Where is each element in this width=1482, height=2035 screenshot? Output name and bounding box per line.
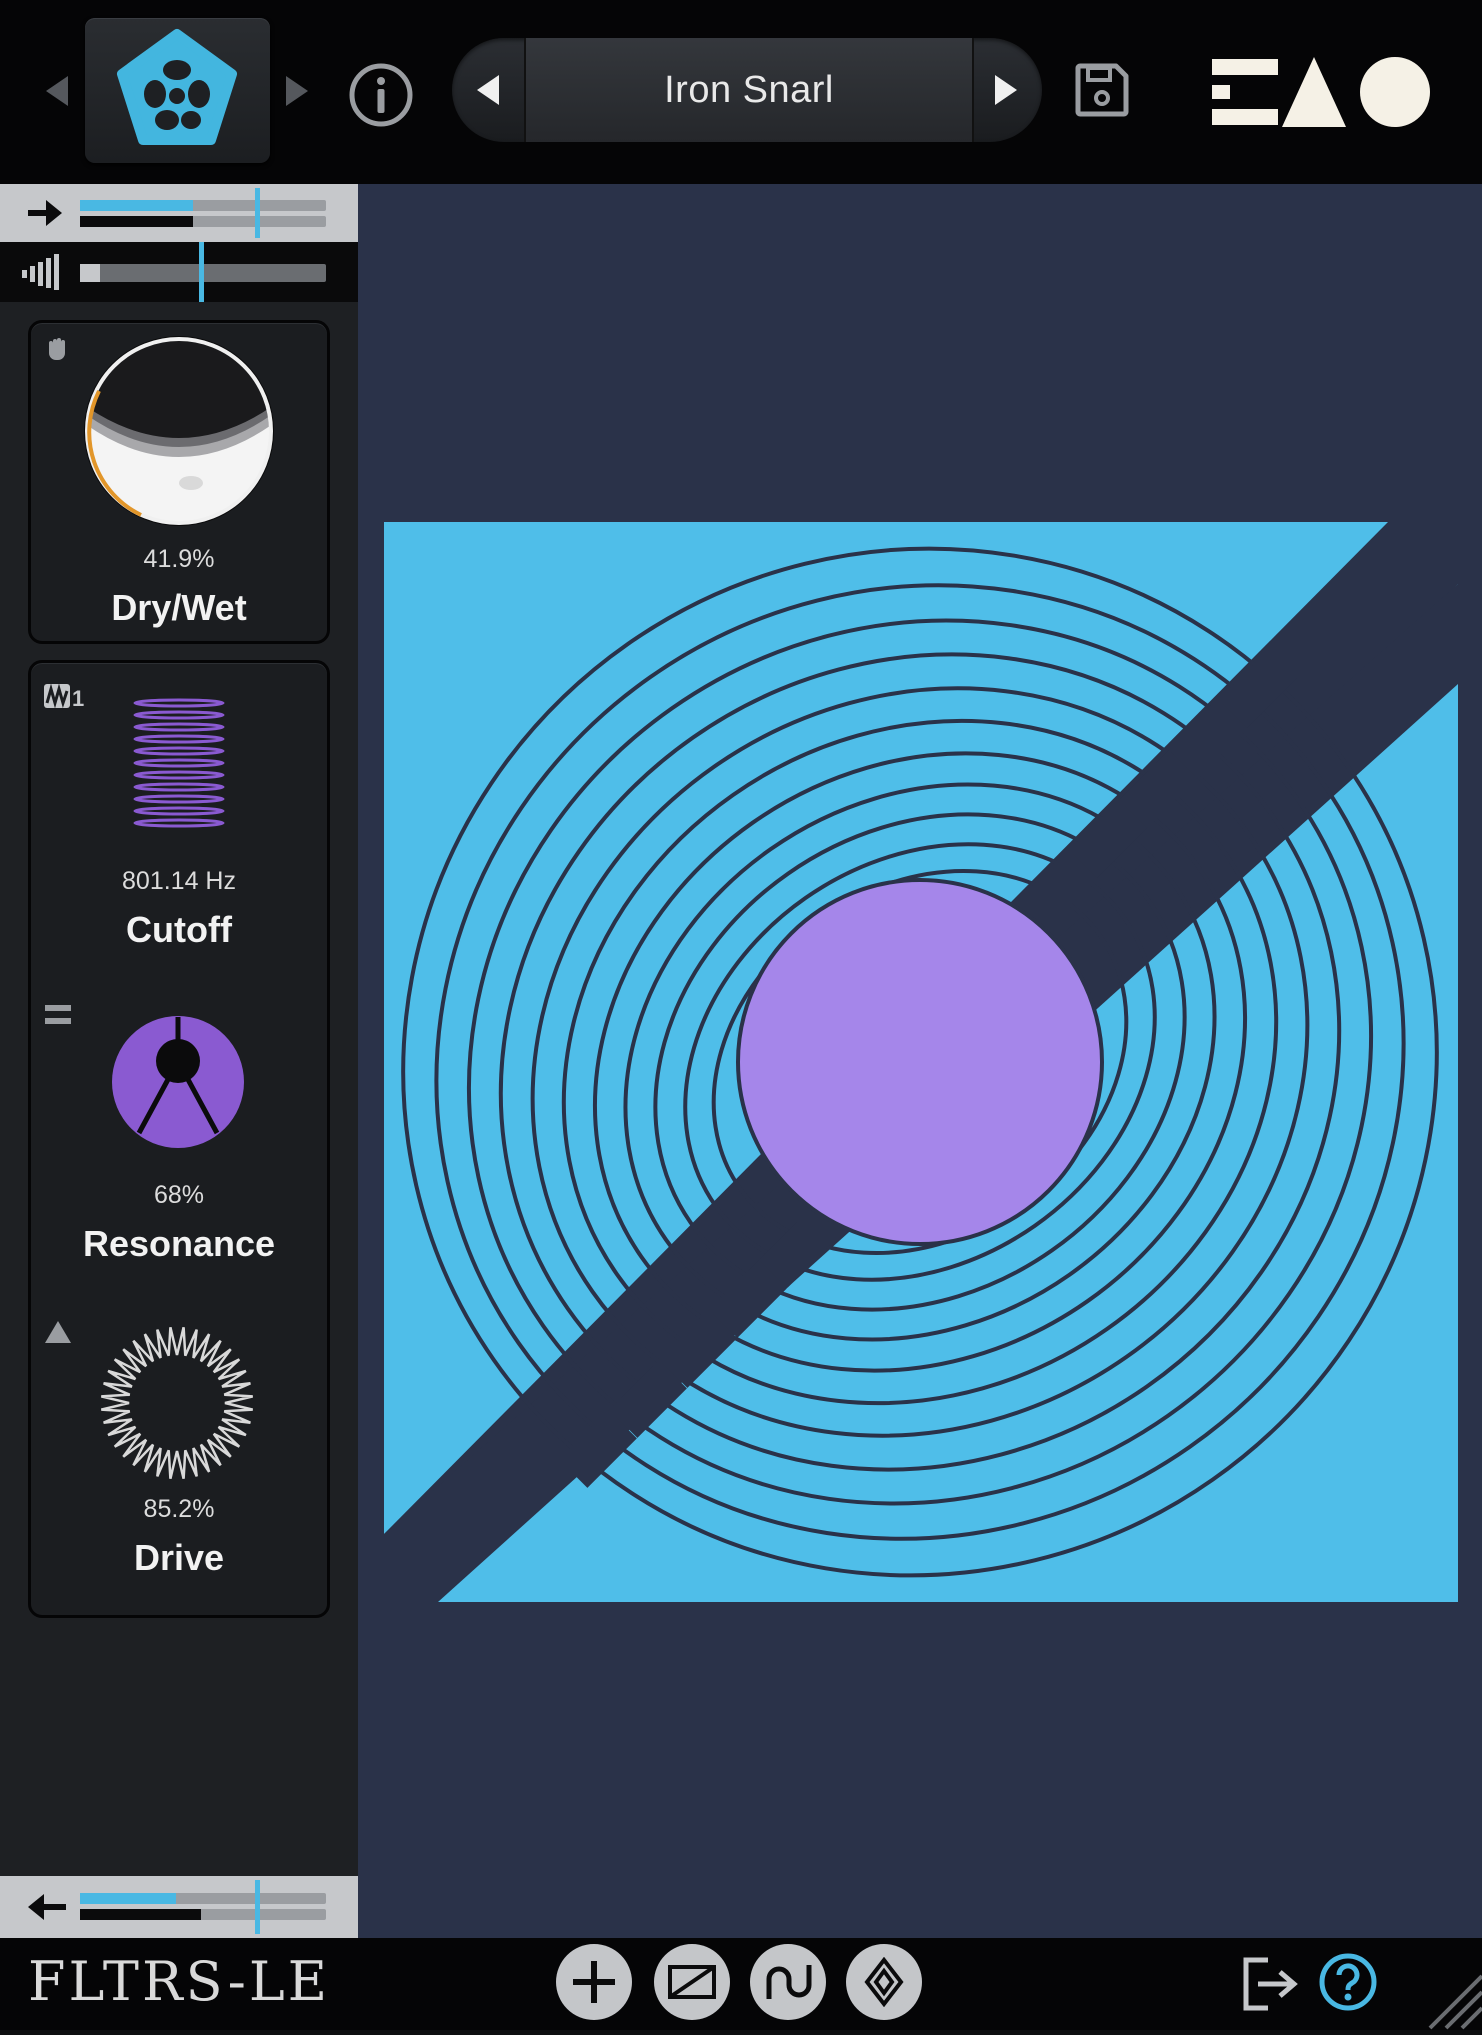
- triangle-icon: [45, 1321, 71, 1343]
- preset-prev-button[interactable]: [452, 38, 524, 142]
- drive-spike-ring: [101, 1327, 253, 1479]
- resonance-value: 68%: [153, 1181, 205, 1209]
- input-arrow-icon: [28, 200, 62, 226]
- brand-mark-icon: [1212, 57, 1430, 127]
- drive-knob[interactable]: [97, 1323, 257, 1483]
- resize-grip[interactable]: [1420, 1966, 1482, 2030]
- volume-meter: [0, 242, 358, 302]
- logo-tile[interactable]: [85, 18, 270, 163]
- logo-star-icon: [117, 29, 237, 145]
- exit-icon: [1243, 1957, 1298, 2011]
- output-meter-track-bottom: [80, 1909, 326, 1920]
- visualizer-canvas: [358, 184, 1482, 1938]
- diamonds-button[interactable]: [846, 1944, 922, 2020]
- preset-next-button[interactable]: [970, 38, 1042, 142]
- input-meter-fill-bottom: [80, 216, 194, 227]
- volume-fill: [80, 264, 100, 282]
- resonance-label: Resonance: [82, 1223, 276, 1264]
- preset-prev-icon: [477, 75, 499, 105]
- input-meter-track-bottom: [80, 216, 326, 227]
- wave-button[interactable]: [750, 1944, 826, 2020]
- input-gain-handle[interactable]: [255, 188, 260, 238]
- dry-wet-knob[interactable]: [81, 333, 277, 529]
- preset-name: Iron Snarl: [664, 68, 834, 111]
- resonance-knob[interactable]: [111, 1015, 245, 1149]
- diamonds-icon: [864, 1957, 904, 2007]
- dry-wet-value: 41.9%: [143, 545, 215, 573]
- output-meter: [0, 1876, 358, 1938]
- input-meter: [0, 184, 358, 242]
- output-meter-fill-bottom: [80, 1909, 201, 1920]
- resize-grip-icon: [1428, 1974, 1482, 2030]
- help-button[interactable]: [1318, 1952, 1378, 2012]
- equals-icon: [45, 1005, 71, 1024]
- filter-card: 1 801.14 Hz Cutoff 68% Resonance 85.2% D…: [28, 660, 330, 1618]
- drive-label: Drive: [133, 1537, 225, 1578]
- cutoff-label: Cutoff: [126, 909, 232, 950]
- output-arrow-icon: [28, 1894, 66, 1920]
- drive-value: 85.2%: [143, 1495, 215, 1523]
- dry-wet-label: Dry/Wet: [111, 587, 247, 628]
- input-meter-track-top: [80, 200, 326, 211]
- help-icon: [1319, 1953, 1377, 2011]
- brand-mark: [1210, 55, 1432, 129]
- exit-button[interactable]: [1240, 1956, 1300, 2012]
- preset-name-box[interactable]: Iron Snarl: [524, 38, 974, 142]
- product-name: FLTRS-LE: [28, 1950, 331, 2013]
- volume-icon: [22, 254, 59, 290]
- volume-handle[interactable]: [199, 242, 204, 302]
- wave-icon: [766, 1965, 812, 1999]
- waveform-mod-icon: 1: [44, 683, 84, 711]
- preset-next-icon: [995, 75, 1017, 105]
- cutoff-mod-badge: 1: [72, 686, 84, 711]
- slope-button[interactable]: [654, 1944, 730, 2020]
- output-meter-fill-top: [80, 1893, 176, 1904]
- hand-icon: [49, 338, 65, 360]
- visualizer-artwork: [384, 522, 1458, 1602]
- cutoff-knob[interactable]: [129, 695, 229, 835]
- output-meter-track-top: [80, 1893, 326, 1904]
- preset-prev-small-button[interactable]: [40, 74, 74, 108]
- save-icon: [1075, 63, 1129, 117]
- output-gain-handle[interactable]: [255, 1880, 260, 1934]
- save-button[interactable]: [1072, 60, 1132, 120]
- preset-next-small-button[interactable]: [280, 74, 314, 108]
- info-button[interactable]: [348, 62, 414, 128]
- add-icon: [573, 1961, 615, 2003]
- cutoff-value: 801.14 Hz: [122, 867, 236, 895]
- input-meter-fill-top: [80, 200, 194, 211]
- add-button[interactable]: [556, 1944, 632, 2020]
- dry-wet-card: 41.9% Dry/Wet: [28, 320, 330, 644]
- preset-next-small-icon: [286, 76, 308, 106]
- slope-icon: [668, 1965, 716, 1999]
- info-icon: [349, 63, 413, 127]
- preset-prev-small-icon: [46, 76, 68, 106]
